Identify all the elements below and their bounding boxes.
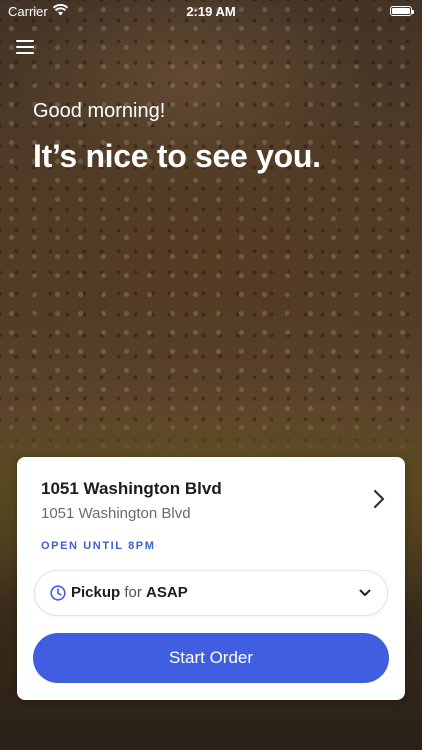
page-title: It’s nice to see you. <box>33 138 321 174</box>
chevron-right-icon[interactable] <box>373 489 385 509</box>
location-card: 1051 Washington Blvd 1051 Washington Blv… <box>17 457 405 700</box>
status-time: 2:19 AM <box>186 4 236 19</box>
clock-icon <box>50 585 66 601</box>
location-name[interactable]: 1051 Washington Blvd <box>41 479 222 499</box>
greeting-text: Good morning! <box>33 100 166 122</box>
pickup-time: ASAP <box>146 584 188 601</box>
pickup-summary: Pickup for ASAP <box>71 584 188 601</box>
hamburger-menu-icon[interactable] <box>16 40 34 56</box>
battery-icon <box>390 6 414 16</box>
status-bar: Carrier 2:19 AM <box>0 0 422 22</box>
pickup-time-select[interactable]: Pickup for ASAP <box>34 570 388 616</box>
pickup-mode: Pickup <box>71 584 121 601</box>
open-hours-label: OPEN UNTIL 8PM <box>41 540 156 552</box>
pickup-connector: for <box>124 584 142 601</box>
location-address: 1051 Washington Blvd <box>41 505 191 522</box>
start-order-button[interactable]: Start Order <box>33 633 389 683</box>
chevron-down-icon <box>359 589 371 596</box>
